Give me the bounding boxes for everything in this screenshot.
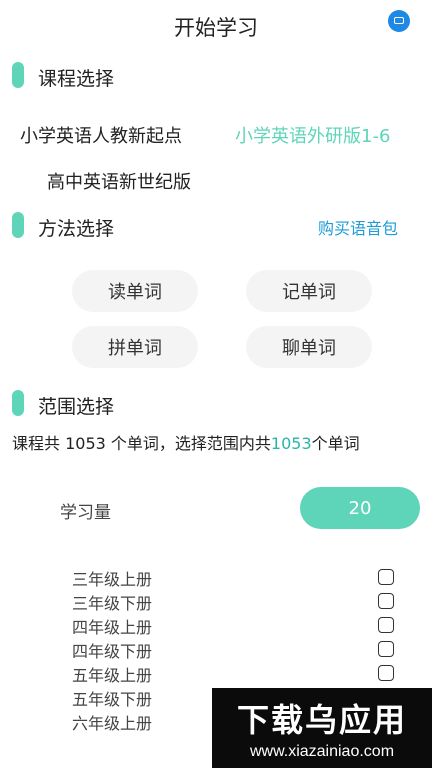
range-section-title: 范围选择 xyxy=(38,396,115,418)
watermark-url: www.xiazainiao.com xyxy=(249,743,395,760)
grade-row[interactable]: 三年级上册 xyxy=(72,566,412,590)
grade-label: 六年级上册 xyxy=(72,714,153,733)
course-option-gaozhong[interactable]: 高中英语新世纪版 xyxy=(47,168,191,194)
section-marker xyxy=(12,212,24,238)
grade-row[interactable]: 五年级上册 xyxy=(72,662,412,686)
grade-label: 五年级下册 xyxy=(72,690,153,709)
site-watermark: 下载乌应用 www.xiazainiao.com xyxy=(212,688,432,768)
watermark-logo: 下载乌应用 xyxy=(237,695,407,741)
summary-count: 1053 xyxy=(270,434,312,453)
grade-row[interactable]: 四年级上册 xyxy=(72,614,412,638)
course-section-title: 课程选择 xyxy=(38,68,115,90)
chat-help-icon[interactable] xyxy=(388,10,410,32)
memorize-words-button[interactable]: 记单词 xyxy=(246,270,372,312)
watermark-logo-text: 下载乌应用 xyxy=(236,701,407,739)
course-option-waiyan[interactable]: 小学英语外研版1-6 xyxy=(235,122,390,148)
buy-voice-pack-link[interactable]: 购买语音包 xyxy=(318,215,398,239)
grade-row[interactable]: 三年级下册 xyxy=(72,590,412,614)
summary-suffix: 个单词 xyxy=(311,434,360,453)
grade-row[interactable]: 四年级下册 xyxy=(72,638,412,662)
section-marker xyxy=(12,62,24,88)
grade-label: 四年级上册 xyxy=(72,618,153,637)
spell-words-button[interactable]: 拼单词 xyxy=(72,326,198,368)
grade-checkbox[interactable] xyxy=(378,641,394,657)
word-count-summary: 课程共 1053 个单词，选择范围内共1053个单词 xyxy=(12,430,360,454)
grade-checkbox[interactable] xyxy=(378,665,394,681)
grade-checkbox[interactable] xyxy=(378,617,394,633)
grade-label: 五年级上册 xyxy=(72,666,153,685)
method-section-title: 方法选择 xyxy=(38,218,115,240)
study-amount-selector[interactable]: 20 xyxy=(300,487,420,529)
section-marker xyxy=(12,390,24,416)
grade-checkbox[interactable] xyxy=(378,569,394,585)
read-words-button[interactable]: 读单词 xyxy=(72,270,198,312)
study-amount-label: 学习量 xyxy=(60,503,111,523)
summary-prefix: 课程共 1053 个单词，选择范围内共 xyxy=(12,434,271,453)
page-title: 开始学习 xyxy=(174,16,258,40)
grade-checkbox[interactable] xyxy=(378,593,394,609)
grade-label: 四年级下册 xyxy=(72,642,153,661)
chat-words-button[interactable]: 聊单词 xyxy=(246,326,372,368)
grade-label: 三年级下册 xyxy=(72,594,153,613)
course-option-renjiao[interactable]: 小学英语人教新起点 xyxy=(20,122,182,148)
grade-label: 三年级上册 xyxy=(72,570,153,589)
